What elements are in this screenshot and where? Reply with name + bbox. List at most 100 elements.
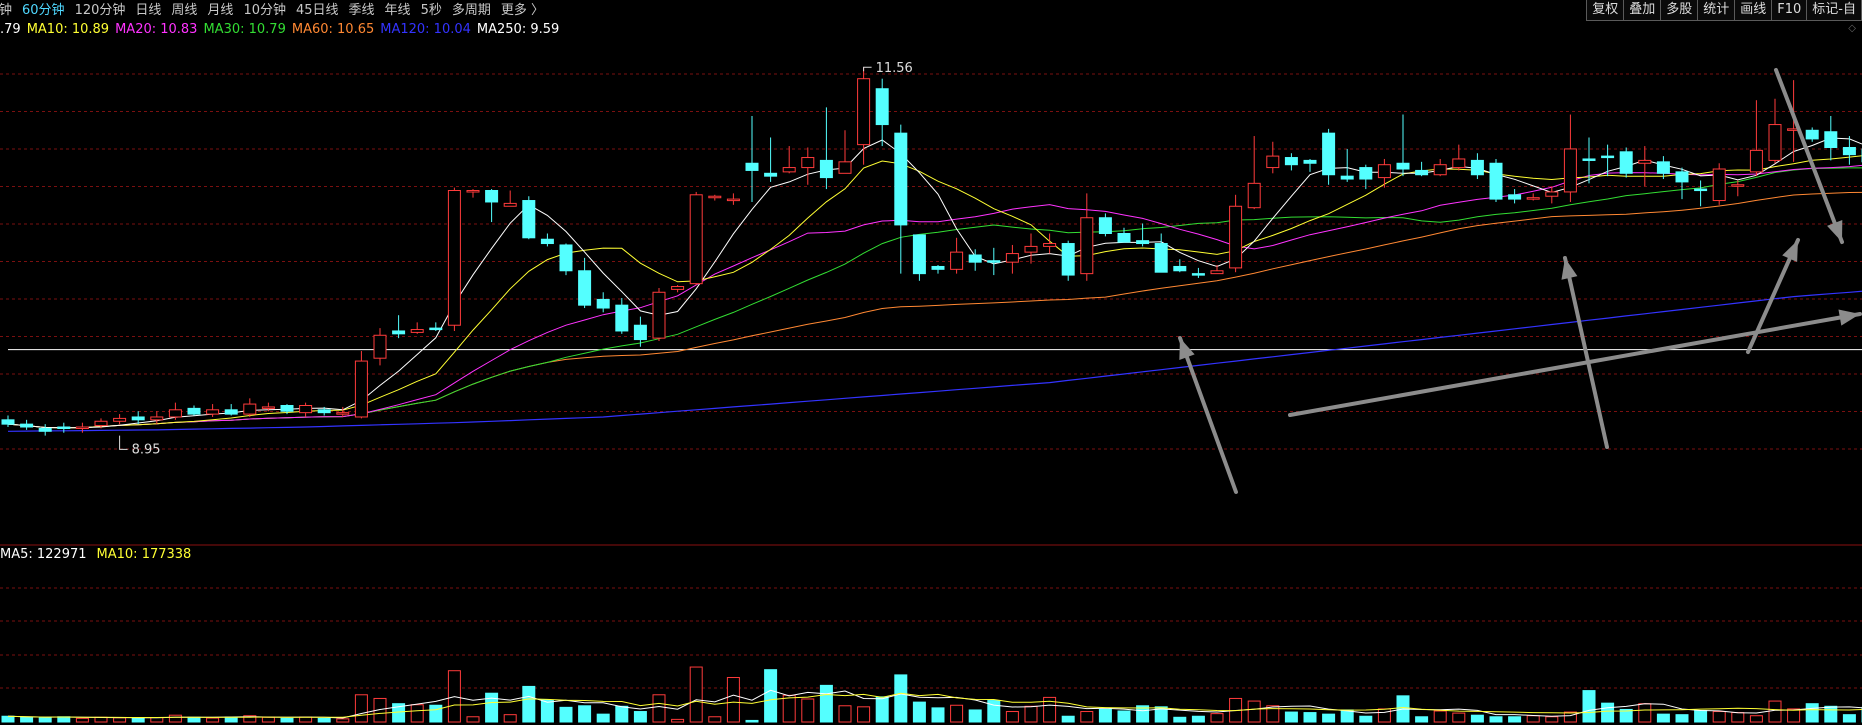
volume-bar — [187, 716, 201, 723]
candlestick-chart[interactable]: 11.56 8.95 — [0, 0, 1862, 725]
volume-bar — [1731, 712, 1745, 723]
arrow-annotation-5 — [1288, 312, 1862, 417]
volume-bar — [1452, 712, 1466, 723]
candle-body — [336, 412, 350, 415]
volume-bar — [708, 716, 722, 723]
candle-body — [1619, 151, 1633, 174]
candle-body — [1136, 240, 1150, 245]
candle-body — [1024, 245, 1038, 253]
volume-bar — [168, 714, 182, 723]
candle-body — [1489, 162, 1503, 200]
candle-body — [1805, 129, 1819, 140]
candle-body — [652, 291, 666, 339]
volume-bar — [578, 705, 592, 723]
volume-bar — [652, 694, 666, 723]
candle-body — [354, 360, 368, 418]
volume-bar — [1433, 710, 1447, 723]
volume-bar — [354, 694, 368, 723]
candle-body — [894, 132, 908, 226]
arrow-annotation-5-head — [1838, 309, 1860, 326]
candle-body — [522, 200, 536, 239]
volume-bar — [633, 711, 647, 723]
volume-bar — [466, 716, 480, 723]
arrow-annotation-2 — [1563, 256, 1609, 449]
candle-body — [782, 167, 796, 173]
volume-bar — [1563, 711, 1577, 723]
candle-body — [206, 409, 220, 415]
volume-bar — [113, 717, 127, 723]
volume-bar — [1061, 715, 1075, 723]
candle-body — [224, 409, 238, 415]
candle-body — [1415, 169, 1429, 176]
candle-body — [429, 327, 443, 331]
volume-bar — [1, 715, 15, 723]
volume-bar — [1805, 703, 1819, 723]
volume-bar — [912, 701, 926, 723]
volume-bar — [931, 707, 945, 723]
candle-body — [1582, 158, 1596, 161]
volume-bar — [968, 709, 982, 723]
volume-bar — [559, 706, 573, 723]
candle-body — [1005, 253, 1019, 263]
volume-bar — [1638, 703, 1652, 723]
candle-body — [1210, 270, 1224, 275]
candle-body — [317, 409, 331, 414]
candle-body — [1117, 233, 1131, 243]
candle-body — [373, 334, 387, 359]
volume-bar — [1117, 710, 1131, 723]
volume-bar — [764, 669, 778, 723]
volume-bar — [745, 719, 759, 723]
volume-bar — [1210, 713, 1224, 723]
candle-body — [410, 329, 424, 333]
volume-bar — [819, 684, 833, 723]
volume-bar — [1247, 700, 1261, 723]
volume-bar — [1173, 716, 1187, 723]
candle-body — [1266, 155, 1280, 169]
arrow-annotation-3-head — [1782, 240, 1798, 262]
volume-bar — [1824, 705, 1838, 723]
candle-body — [1824, 131, 1838, 149]
low-marker — [119, 435, 128, 450]
candle-body — [150, 416, 164, 421]
candle-body — [633, 324, 647, 341]
candle-body — [94, 420, 108, 427]
candle-body — [1377, 164, 1391, 179]
volume-bar — [1377, 708, 1391, 723]
low-price-label: 8.95 — [132, 442, 161, 457]
candle-body — [1842, 147, 1856, 156]
volume-bar — [1582, 690, 1596, 723]
arrow-annotation-1 — [1178, 336, 1238, 494]
candle-body — [671, 286, 685, 290]
candle-body — [1284, 157, 1298, 166]
candle-body — [57, 426, 71, 429]
ma5-line — [7, 137, 1862, 429]
candle-body — [912, 234, 926, 275]
candle-body — [950, 251, 964, 270]
volume-bar — [261, 716, 275, 723]
volume-bar — [1415, 716, 1429, 723]
candle-body — [1712, 168, 1726, 202]
candle-body — [1154, 243, 1168, 273]
candle-body — [1526, 197, 1540, 200]
candle-body — [1322, 132, 1336, 176]
vol_legend-0: MA5: 122971 — [0, 546, 87, 562]
volume-bar — [1842, 714, 1856, 723]
volume-bar — [1005, 711, 1019, 723]
candle-body — [1656, 161, 1670, 174]
volume-bar — [299, 716, 313, 723]
candle-body — [968, 254, 982, 263]
volume-bar — [1322, 713, 1336, 723]
candle-body — [1508, 194, 1522, 200]
candle-body — [1247, 182, 1261, 209]
candle-body — [113, 417, 127, 422]
volume-bar — [1787, 708, 1801, 723]
candle-body — [1061, 243, 1075, 276]
candle-body — [1396, 162, 1410, 170]
volume-bar — [1080, 711, 1094, 723]
candle-body — [392, 330, 406, 335]
candle-body — [261, 406, 275, 409]
candle-body — [875, 88, 889, 126]
volume-bar — [485, 692, 499, 723]
candle-body — [689, 194, 703, 285]
candle-body — [75, 426, 89, 429]
